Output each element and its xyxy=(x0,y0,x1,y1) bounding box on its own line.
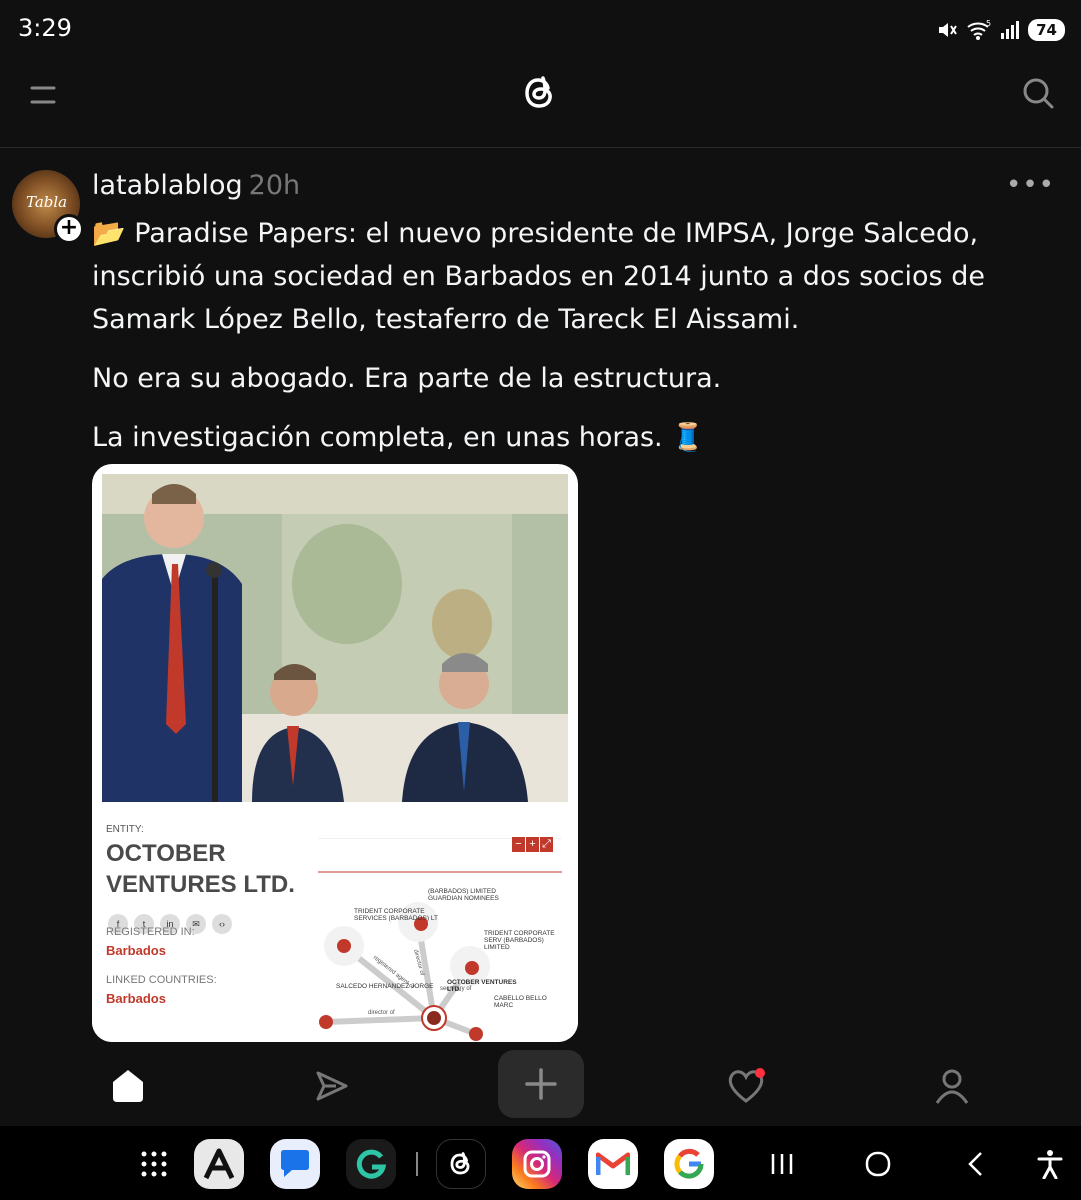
wifi-icon: 5 xyxy=(967,19,991,40)
messages-icon[interactable] xyxy=(270,1139,320,1189)
apps-grid-icon[interactable] xyxy=(134,1146,174,1182)
home-icon xyxy=(113,1070,143,1102)
graph-node[interactable] xyxy=(427,1011,441,1025)
entity-name: OCTOBER VENTURES LTD. xyxy=(106,840,295,898)
graph-node-label: CABELLO BELLO MARC xyxy=(494,995,547,1009)
status-time: 3:29 xyxy=(18,14,72,42)
post: Tabla + latablablog 20h ••• 📂 Paradise Pa… xyxy=(0,148,1081,1048)
post-body: 📂 Paradise Papers: el nuevo presidente d… xyxy=(92,212,1062,475)
menu-icon[interactable] xyxy=(28,82,58,108)
post-media-card[interactable]: ENTITY: OCTOBER VENTURES LTD. f t in ✉ ‹… xyxy=(92,464,578,1042)
home-tab[interactable] xyxy=(98,1056,158,1116)
signal-icon xyxy=(1001,21,1020,39)
gmail-icon[interactable] xyxy=(588,1139,638,1189)
registered-value: Barbados xyxy=(106,943,166,958)
profile-icon xyxy=(935,1069,969,1104)
svg-text:5: 5 xyxy=(986,19,991,28)
search-icon[interactable] xyxy=(1021,76,1055,110)
top-app-bar xyxy=(0,62,1081,148)
edge-label: director of xyxy=(368,1010,395,1016)
compose-button[interactable] xyxy=(498,1050,584,1118)
graph-node-label: TRIDENT CORPORATE SERV (BARBADOS) LIMITE… xyxy=(484,930,555,951)
linked-countries-value: Barbados xyxy=(106,991,166,1006)
press-photo xyxy=(102,474,568,802)
system-dock xyxy=(0,1126,1081,1200)
more-options-icon[interactable]: ••• xyxy=(1006,170,1055,200)
send-icon xyxy=(316,1071,348,1101)
graph-node-label: SALCEDO HERNANDEZ JORGE xyxy=(336,983,434,990)
dock-divider xyxy=(416,1152,418,1176)
compose-icon xyxy=(525,1068,557,1100)
grammarly-icon[interactable] xyxy=(346,1139,396,1189)
post-time: 20h xyxy=(248,170,301,201)
threads-icon[interactable] xyxy=(436,1139,486,1189)
username[interactable]: latablablog xyxy=(92,170,243,201)
google-icon[interactable] xyxy=(664,1139,714,1189)
zoom-in-button[interactable]: + xyxy=(526,837,539,852)
graph-node[interactable] xyxy=(469,1027,483,1041)
registered-label: REGISTERED IN: xyxy=(106,926,195,938)
graph-node-label: TRIDENT CORPORATE SERVICES (BARBADOS) LT xyxy=(354,908,438,922)
graph-node[interactable] xyxy=(337,939,351,953)
status-bar: 3:29 5 74 xyxy=(0,0,1081,62)
graph-node[interactable] xyxy=(465,961,479,975)
graph-node[interactable] xyxy=(319,1015,333,1029)
instagram-icon[interactable] xyxy=(512,1139,562,1189)
activity-icon xyxy=(728,1068,765,1103)
send-tab[interactable] xyxy=(302,1056,362,1116)
entity-label: ENTITY: xyxy=(106,824,144,835)
post-paragraph: No era su abogado. Era parte de la estru… xyxy=(92,363,722,394)
accessibility-icon[interactable] xyxy=(1030,1146,1070,1182)
battery-icon: 74 xyxy=(1028,19,1065,41)
home-circle-icon[interactable] xyxy=(858,1146,898,1182)
bottom-navigation xyxy=(0,1048,1081,1124)
threads-logo[interactable] xyxy=(517,70,563,116)
mute-icon xyxy=(939,23,957,37)
post-paragraph: La investigación completa, en unas horas… xyxy=(92,422,705,453)
zoom-out-button[interactable]: − xyxy=(512,837,525,852)
profile-tab[interactable] xyxy=(922,1056,982,1116)
aurora-store-icon[interactable] xyxy=(194,1139,244,1189)
graph-node-label: (BARBADOS) LIMITED GUARDIAN NOMINEES xyxy=(428,888,499,902)
post-paragraph: 📂 Paradise Papers: el nuevo presidente d… xyxy=(92,218,985,335)
embed-icon[interactable]: ‹› xyxy=(212,914,232,934)
post-header: latablablog 20h xyxy=(92,170,300,201)
avatar-logo-text: Tabla xyxy=(26,193,68,211)
follow-plus-button[interactable]: + xyxy=(54,214,84,244)
fullscreen-button[interactable]: ⤢ xyxy=(540,837,553,852)
graph-node-label: OCTOBER VENTURES LTD. xyxy=(447,979,517,993)
graph-controls: − + ⤢ xyxy=(512,837,553,852)
status-icons: 5 74 xyxy=(936,16,1065,44)
recents-icon[interactable] xyxy=(762,1146,802,1182)
linked-countries-label: LINKED COUNTRIES: xyxy=(106,974,217,986)
activity-tab[interactable] xyxy=(716,1056,776,1116)
entity-panel: ENTITY: OCTOBER VENTURES LTD. f t in ✉ ‹… xyxy=(92,802,578,1042)
back-icon[interactable] xyxy=(956,1146,996,1182)
